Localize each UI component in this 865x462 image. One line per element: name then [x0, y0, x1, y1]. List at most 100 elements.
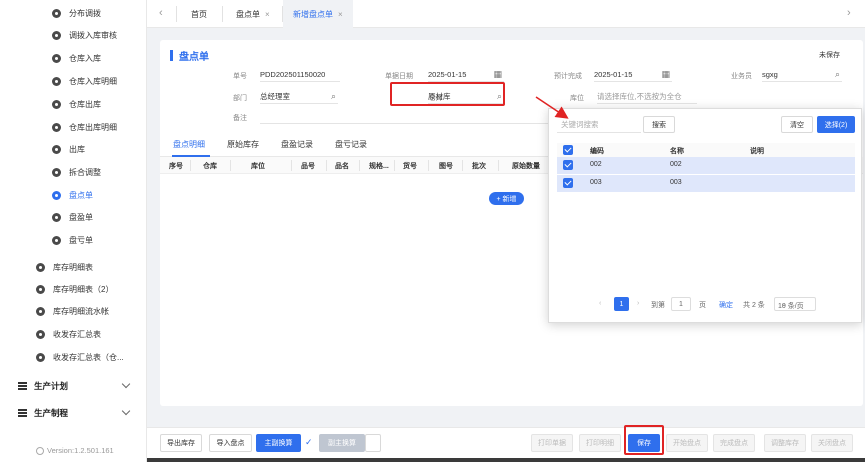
- search-button[interactable]: 搜索: [643, 116, 675, 133]
- chevron-left-icon[interactable]: ‹: [599, 300, 601, 307]
- expected-value: 2025-01-15: [594, 69, 633, 79]
- circle-icon: [36, 284, 45, 294]
- table-row[interactable]: 003 003: [557, 175, 855, 192]
- sidebar-item-label: 盘点单: [69, 190, 93, 200]
- sidebar-item-label: 出库: [69, 144, 85, 154]
- column-header: 品号: [301, 163, 315, 170]
- page-title-text: 盘点单: [179, 52, 209, 63]
- add-row-button[interactable]: + 新增: [489, 192, 524, 205]
- close-icon[interactable]: ×: [265, 10, 270, 19]
- location-field[interactable]: 请选择库位,不选按为全仓: [597, 89, 697, 104]
- sidebar-item-warehouse-in-detail[interactable]: 仓库入库明细: [0, 70, 147, 92]
- column-header: 编码: [590, 148, 604, 155]
- tab-label: 新增盘点单: [293, 9, 333, 19]
- sidebar-item-outbound[interactable]: 出库: [0, 138, 147, 160]
- circle-icon: [52, 76, 61, 86]
- chevron-right-icon[interactable]: ›: [847, 7, 851, 19]
- date-field[interactable]: 2025-01-15 ▦: [428, 67, 504, 82]
- chevron-left-icon[interactable]: ‹: [159, 7, 163, 19]
- remark-field[interactable]: [260, 109, 550, 124]
- tab-loss-records[interactable]: 盘亏记录: [335, 139, 367, 150]
- save-highlight-box: [624, 425, 664, 455]
- circle-icon: [52, 235, 61, 245]
- sidebar-item-distribution-transfer[interactable]: 分布调拨: [0, 2, 147, 24]
- column-header: 说明: [750, 148, 764, 155]
- select-button[interactable]: 选择(2): [817, 116, 855, 133]
- circle-icon: [36, 306, 45, 316]
- import-stocktake-button[interactable]: 导入盘点: [209, 434, 252, 452]
- page-title: 盘点单: [170, 48, 209, 63]
- row-checkbox[interactable]: [563, 160, 573, 170]
- tab-home[interactable]: 首页: [191, 0, 207, 28]
- sidebar-item-split-merge[interactable]: 拆合调整: [0, 161, 147, 183]
- sidebar-item-inventory-detail-2[interactable]: 库存明细表（2）: [0, 278, 147, 300]
- main-sub-convert-toggle[interactable]: 主副换算: [256, 434, 301, 452]
- keyword-search-input[interactable]: 关键词搜索: [557, 117, 641, 133]
- tab-new-stocktake[interactable]: 新增盘点单 ×: [283, 0, 353, 28]
- close-icon[interactable]: ×: [338, 10, 343, 19]
- divider: [359, 160, 360, 171]
- popup-table-header: 编码 名称 说明: [557, 143, 855, 157]
- export-stock-button[interactable]: 导出库存: [160, 434, 202, 452]
- doc-no-label: 单号: [233, 73, 247, 80]
- finish-stocktake-button[interactable]: 完成盘点: [713, 434, 755, 452]
- goto-confirm-button[interactable]: 确定: [719, 300, 733, 310]
- sidebar-item-warehouse-out-detail[interactable]: 仓库出库明细: [0, 116, 147, 138]
- salesman-value: sgxg: [762, 69, 778, 79]
- page-size-select[interactable]: 10 条/页 ⌄: [774, 297, 816, 311]
- page-number-current[interactable]: 1: [614, 297, 629, 311]
- tab-stocktake-detail[interactable]: 盘点明细: [173, 139, 205, 150]
- chevron-right-icon[interactable]: ›: [637, 300, 639, 307]
- version-text: Version:1.2.501.161: [47, 446, 114, 455]
- adjust-stock-button[interactable]: 调整库存: [764, 434, 806, 452]
- sidebar-group-production-process[interactable]: 生产制程: [0, 401, 147, 425]
- sidebar-group-production-plan[interactable]: 生产计划: [0, 374, 147, 398]
- tab-original-stock[interactable]: 原始库存: [227, 139, 259, 150]
- search-placeholder: 关键词搜索: [561, 120, 599, 129]
- table-row[interactable]: 002 002: [557, 157, 855, 174]
- clear-button[interactable]: 清空: [781, 116, 813, 133]
- sidebar-item-label: 仓库入库: [69, 53, 101, 63]
- sidebar-item-inventory-ledger[interactable]: 库存明细流水帐: [0, 300, 147, 322]
- sub-main-convert-toggle[interactable]: 副主换算: [319, 434, 365, 452]
- calendar-icon: ▦: [661, 69, 670, 79]
- column-header: 名称: [670, 148, 684, 155]
- menu-icon: [18, 409, 27, 417]
- select-all-checkbox[interactable]: [563, 145, 573, 155]
- sidebar-item-inout-summary-warehouse[interactable]: 收发存汇总表（仓...: [0, 346, 147, 368]
- close-stocktake-button[interactable]: 关闭盘点: [811, 434, 853, 452]
- sidebar-item-inout-summary[interactable]: 收发存汇总表: [0, 323, 147, 345]
- search-icon[interactable]: ⌕: [835, 69, 840, 80]
- tab-surplus-records[interactable]: 盘盈记录: [281, 139, 313, 150]
- total-count: 共 2 条: [743, 302, 765, 309]
- salesman-field[interactable]: sgxg ⌕: [762, 67, 842, 82]
- toggle-switch[interactable]: [365, 434, 381, 452]
- tab-bar: ‹ 首页 盘点单 × 新增盘点单 × ›: [147, 0, 865, 28]
- search-icon[interactable]: ⌕: [331, 91, 336, 102]
- expected-date-field[interactable]: 2025-01-15 ▦: [594, 67, 672, 82]
- tab-stocktake[interactable]: 盘点单 ×: [236, 0, 270, 28]
- sidebar-item-label: 库存明细表: [53, 262, 93, 272]
- warehouse-highlight-box: [390, 82, 505, 106]
- goto-page-input[interactable]: 1: [671, 297, 691, 311]
- dept-field[interactable]: 总经理室 ⌕: [260, 89, 338, 104]
- sidebar-item-loss[interactable]: 盘亏单: [0, 229, 147, 251]
- print-detail-button[interactable]: 打印明细: [579, 434, 621, 452]
- sidebar-item-warehouse-in[interactable]: 仓库入库: [0, 47, 147, 69]
- column-header: 品名: [335, 163, 349, 170]
- circle-icon: [52, 99, 61, 109]
- circle-icon: [52, 167, 61, 177]
- sidebar-item-transfer-review[interactable]: 调拨入库审核: [0, 24, 147, 46]
- print-document-button[interactable]: 打印单据: [531, 434, 573, 452]
- version-info: Version:1.2.501.161: [36, 446, 114, 455]
- sidebar-item-surplus[interactable]: 盘盈单: [0, 206, 147, 228]
- divider: [394, 160, 395, 171]
- row-checkbox[interactable]: [563, 178, 573, 188]
- sidebar-item-label: 分布调拨: [69, 8, 101, 18]
- row-code: 003: [590, 179, 602, 186]
- sidebar-item-stocktake[interactable]: 盘点单: [0, 184, 147, 206]
- start-stocktake-button[interactable]: 开始盘点: [666, 434, 708, 452]
- doc-no-field[interactable]: PDD202501150020: [260, 67, 340, 82]
- sidebar-item-inventory-detail[interactable]: 库存明细表: [0, 256, 147, 278]
- sidebar-item-warehouse-out[interactable]: 仓库出库: [0, 93, 147, 115]
